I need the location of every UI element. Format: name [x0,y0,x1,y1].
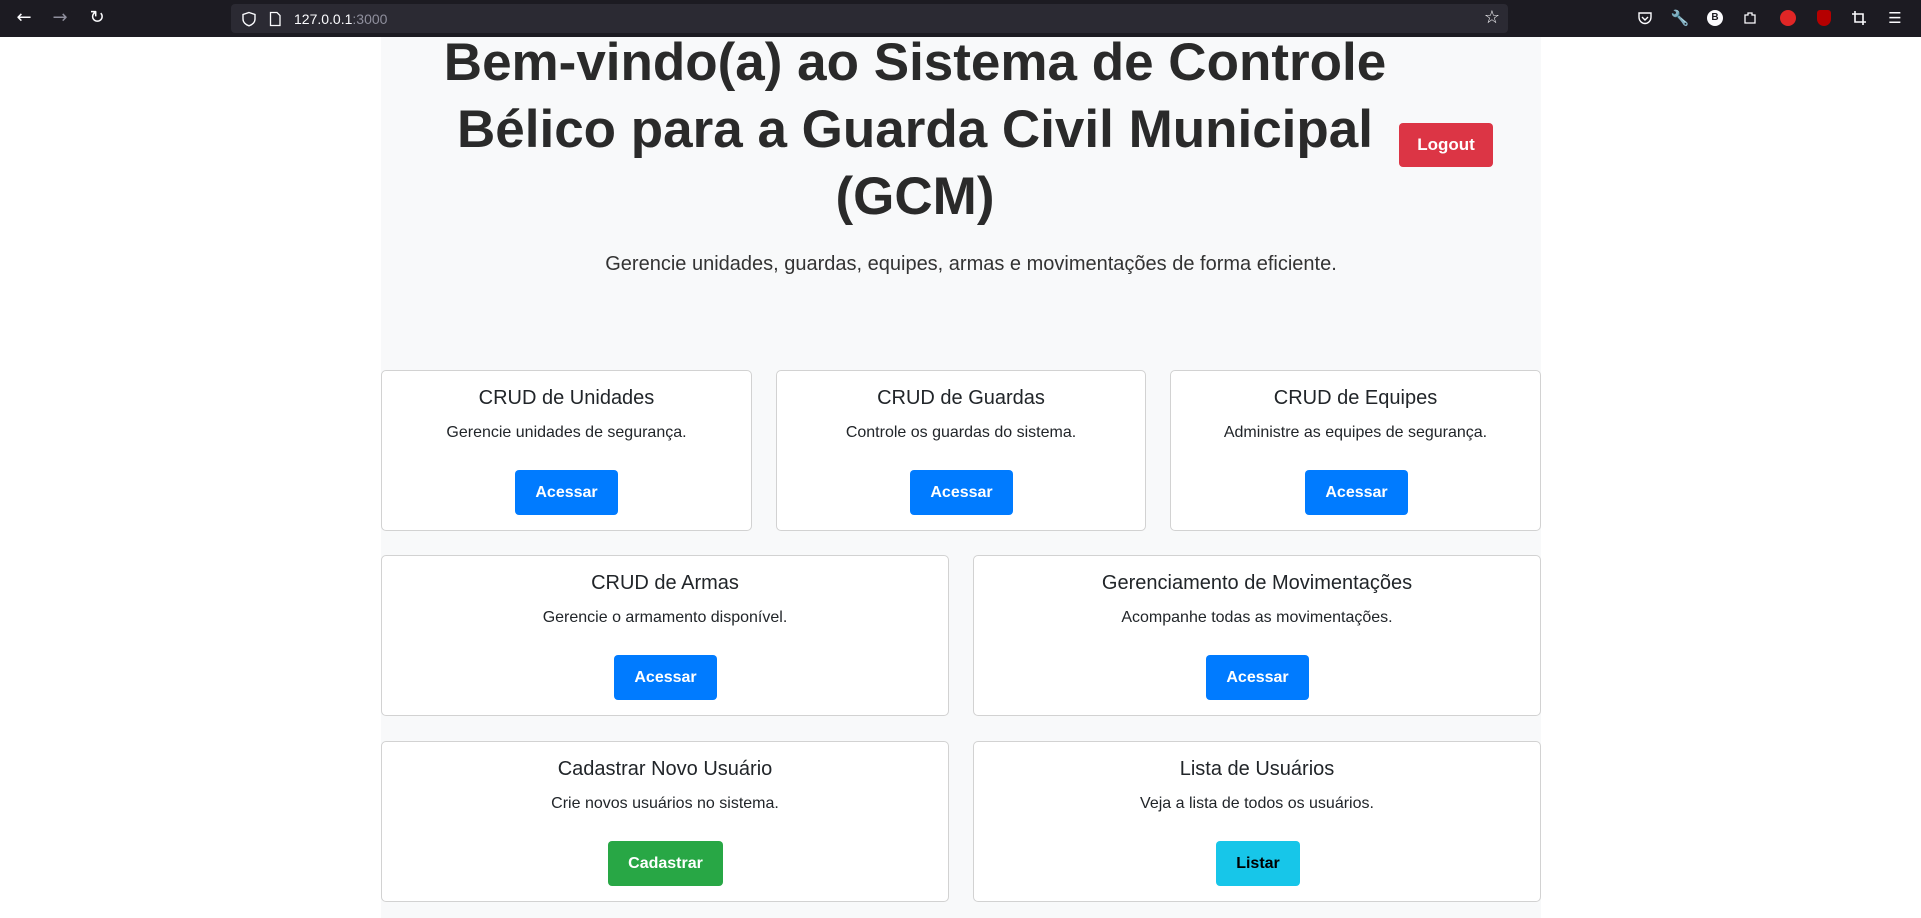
card-text: Controle os guardas do sistema. [845,424,1077,441]
card-text: Administre as equipes de segurança. [1223,424,1488,441]
url-text[interactable]: 127.0.0.1:3000 [294,11,387,27]
access-unidades-button[interactable]: Acessar [515,470,618,515]
page-margin-right [1541,37,1921,918]
back-icon[interactable]: ← [13,7,35,29]
shield-icon[interactable] [241,11,257,27]
page-icon[interactable] [267,11,283,27]
address-bar[interactable]: 127.0.0.1:3000 ☆ [231,4,1508,33]
page-subtitle: Gerencie unidades, guardas, equipes, arm… [381,253,1541,276]
card-title: Cadastrar Novo Usuário [557,758,773,780]
card-text: Veja a lista de todos os usuários. [1140,795,1374,812]
youtube-icon[interactable] [1778,8,1798,28]
page-viewport: Bem-vindo(a) ao Sistema de Controle Béli… [0,37,1921,918]
extensions-icon[interactable] [1740,8,1760,28]
crop-icon[interactable] [1849,8,1869,28]
card-text: Acompanhe todas as movimentações. [1121,609,1393,626]
cadastrar-button[interactable]: Cadastrar [608,841,723,886]
pocket-icon[interactable] [1635,8,1655,28]
card-guardas: CRUD de Guardas Controle os guardas do s… [776,370,1146,531]
card-title: CRUD de Unidades [478,387,655,409]
menu-icon[interactable]: ☰ [1885,8,1905,28]
card-movimentacoes: Gerenciamento de Movimentações Acompanhe… [973,555,1541,716]
wrench-icon[interactable]: 🔧 [1670,8,1690,28]
bookmark-star-icon[interactable]: ☆ [1484,7,1500,28]
forward-icon[interactable]: → [49,7,71,29]
logout-button[interactable]: Logout [1399,123,1493,167]
access-guardas-button[interactable]: Acessar [910,470,1013,515]
card-title: Lista de Usuários [1179,758,1335,780]
card-text: Gerencie unidades de segurança. [446,424,687,441]
page-subtitle-text: Gerencie unidades, guardas, equipes, arm… [605,253,1337,275]
card-title: CRUD de Equipes [1273,387,1438,409]
access-equipes-button[interactable]: Acessar [1305,470,1408,515]
card-cadastrar-usuario: Cadastrar Novo Usuário Crie novos usuári… [381,741,949,902]
card-title: CRUD de Armas [591,572,739,594]
listar-button[interactable]: Listar [1216,841,1300,886]
access-armas-button[interactable]: Acessar [614,655,717,700]
card-title: CRUD de Guardas [877,387,1045,409]
url-port: :3000 [352,11,388,27]
extension-b-icon[interactable]: B [1705,8,1725,28]
card-lista-usuarios: Lista de Usuários Veja a lista de todos … [973,741,1541,902]
url-host: 127.0.0.1 [294,11,353,27]
reload-icon[interactable]: ↻ [86,7,108,29]
card-unidades: CRUD de Unidades Gerencie unidades de se… [381,370,752,531]
page-margin-left [0,37,381,918]
card-text: Gerencie o armamento disponível. [542,609,788,626]
page-title: Bem-vindo(a) ao Sistema de Controle Béli… [443,37,1387,226]
card-equipes: CRUD de Equipes Administre as equipes de… [1170,370,1541,531]
ublock-icon[interactable] [1814,8,1834,28]
access-movimentacoes-button[interactable]: Acessar [1206,655,1309,700]
browser-toolbar: ← → ↻ 127.0.0.1:3000 ☆ 🔧 B ☰ [0,0,1921,37]
card-text: Crie novos usuários no sistema. [551,795,779,812]
card-title: Gerenciamento de Movimentações [1101,572,1413,594]
card-armas: CRUD de Armas Gerencie o armamento dispo… [381,555,949,716]
